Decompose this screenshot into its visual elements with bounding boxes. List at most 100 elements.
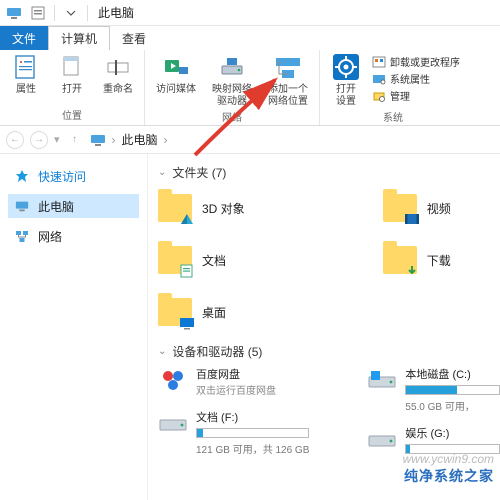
qat-separator: [54, 5, 55, 21]
folder-desktop[interactable]: 桌面: [158, 291, 245, 333]
properties-label: 属性: [16, 84, 36, 96]
qat-dropdown-icon[interactable]: [61, 3, 81, 23]
folder-videos[interactable]: 视频: [383, 187, 451, 229]
add-net-label-2: 网络位置: [268, 96, 308, 107]
folder-downloads[interactable]: 下载: [383, 239, 451, 281]
open-icon: [57, 52, 87, 82]
drive-baidu[interactable]: 百度网盘 双击运行百度网盘: [158, 366, 309, 397]
back-button[interactable]: ←: [6, 131, 24, 149]
drive-name: 本地磁盘 (C:): [405, 366, 500, 382]
folder-label: 桌面: [202, 304, 226, 321]
content-area: 快速访问 此电脑 网络 ⌄ 文件夹 (7) 3D 对象 文: [0, 154, 500, 500]
add-network-location-icon: [273, 52, 303, 82]
nav-network-label: 网络: [38, 228, 62, 245]
drive-c[interactable]: 本地磁盘 (C:) 55.0 GB 可用，: [367, 366, 500, 413]
folder-label: 3D 对象: [202, 200, 245, 217]
add-net-label-1: 添加一个: [268, 84, 308, 95]
nav-this-pc[interactable]: 此电脑: [8, 194, 139, 218]
drive-name: 文档 (F:): [196, 409, 309, 425]
window-title: 此电脑: [98, 4, 134, 21]
system-properties-label: 系统属性: [390, 71, 430, 86]
group-location-caption: 位置: [62, 105, 82, 125]
capacity-bar: [196, 428, 309, 438]
group-network-caption: 网络: [222, 107, 242, 127]
folder-label: 文档: [202, 252, 226, 269]
folder-icon: [158, 194, 192, 222]
add-network-location-button[interactable]: 添加一个网络位置: [263, 52, 313, 107]
properties-icon: [11, 52, 41, 82]
chevron-right-icon: ›: [112, 133, 116, 147]
rename-label: 重命名: [103, 84, 133, 96]
drive-status: 55.0 GB 可用，: [405, 398, 500, 413]
watermark-url: www.ycwin9.com: [403, 452, 494, 466]
system-properties-icon: [372, 72, 386, 86]
tab-computer[interactable]: 计算机: [48, 26, 110, 50]
baidu-icon: [158, 366, 188, 396]
nav-network[interactable]: 网络: [8, 224, 139, 248]
map-drive-label-2: 驱动器: [217, 96, 247, 107]
drive-name: 百度网盘: [196, 366, 309, 382]
properties-button[interactable]: 属性: [6, 52, 46, 96]
uninstall-icon: [372, 55, 386, 69]
drives-section-header[interactable]: ⌄ 设备和驱动器 (5): [158, 343, 500, 360]
map-drive-label-1: 映射网络: [212, 84, 252, 95]
open-label: 打开: [62, 84, 82, 96]
folder-label: 下载: [427, 252, 451, 269]
recent-locations-button[interactable]: ▾: [54, 133, 60, 146]
tab-view[interactable]: 查看: [110, 26, 158, 50]
title-bar: 此电脑: [0, 0, 500, 26]
folder-documents[interactable]: 文档: [158, 239, 245, 281]
folders-header-label: 文件夹 (7): [172, 164, 226, 181]
chevron-down-icon: ⌄: [158, 346, 166, 357]
tab-file[interactable]: 文件: [0, 26, 48, 50]
drives-grid: 百度网盘 双击运行百度网盘 文档 (F:) 121 GB 可用，共 126 GB: [158, 366, 500, 457]
title-sep: [87, 5, 88, 21]
ribbon-group-location: 属性 打开 重命名 位置: [0, 50, 145, 125]
up-button[interactable]: ↑: [66, 131, 84, 149]
nav-quick-access[interactable]: 快速访问: [8, 164, 139, 188]
open-settings-button[interactable]: 打开 设置: [326, 52, 366, 107]
folder-3d-objects[interactable]: 3D 对象: [158, 187, 245, 229]
star-icon: [14, 168, 30, 184]
system-properties-button[interactable]: 系统属性: [372, 71, 460, 86]
breadcrumb-root[interactable]: 此电脑: [122, 131, 158, 148]
manage-button[interactable]: 管理: [372, 88, 460, 103]
nav-quick-label: 快速访问: [38, 168, 86, 185]
ribbon: 属性 打开 重命名 位置 访问媒体: [0, 50, 500, 126]
breadcrumb-pc-icon: [90, 132, 106, 148]
drive-status: 121 GB 可用，共 126 GB: [196, 441, 309, 456]
map-drive-icon: [217, 52, 247, 82]
access-media-button[interactable]: 访问媒体: [151, 52, 201, 96]
manage-icon: [372, 89, 386, 103]
folder-icon: [158, 246, 192, 274]
chevron-right-icon: ›: [164, 133, 168, 147]
rename-button[interactable]: 重命名: [98, 52, 138, 96]
qat-properties-icon[interactable]: [28, 3, 48, 23]
folders-section-header[interactable]: ⌄ 文件夹 (7): [158, 164, 500, 181]
drive-name: 娱乐 (G:): [405, 425, 500, 441]
folders-grid: 3D 对象 文档 桌面 视频 下载: [158, 187, 500, 333]
folder-icon: [383, 246, 417, 274]
map-drive-button[interactable]: 映射网络驱动器: [207, 52, 257, 107]
folder-icon: [158, 298, 192, 326]
rename-icon: [103, 52, 133, 82]
breadcrumb[interactable]: › 此电脑 ›: [112, 131, 168, 148]
address-bar: ← → ▾ ↑ › 此电脑 ›: [0, 126, 500, 154]
pc-icon: [14, 198, 30, 214]
drive-sub: 双击运行百度网盘: [196, 382, 309, 397]
network-icon: [14, 228, 30, 244]
chevron-down-icon: ⌄: [158, 167, 166, 178]
gear-icon: [331, 52, 361, 82]
ribbon-tabs: 文件 计算机 查看: [0, 26, 500, 50]
access-media-label: 访问媒体: [156, 84, 196, 96]
nav-thispc-label: 此电脑: [38, 198, 74, 215]
drive-f[interactable]: 文档 (F:) 121 GB 可用，共 126 GB: [158, 409, 309, 456]
folder-label: 视频: [427, 200, 451, 217]
nav-pane: 快速访问 此电脑 网络: [0, 154, 148, 500]
uninstall-programs-button[interactable]: 卸载或更改程序: [372, 54, 460, 69]
hdd-icon: [367, 366, 397, 396]
forward-button[interactable]: →: [30, 131, 48, 149]
pc-icon: [4, 3, 24, 23]
open-button[interactable]: 打开: [52, 52, 92, 96]
main-pane: ⌄ 文件夹 (7) 3D 对象 文档 桌面: [148, 154, 500, 500]
